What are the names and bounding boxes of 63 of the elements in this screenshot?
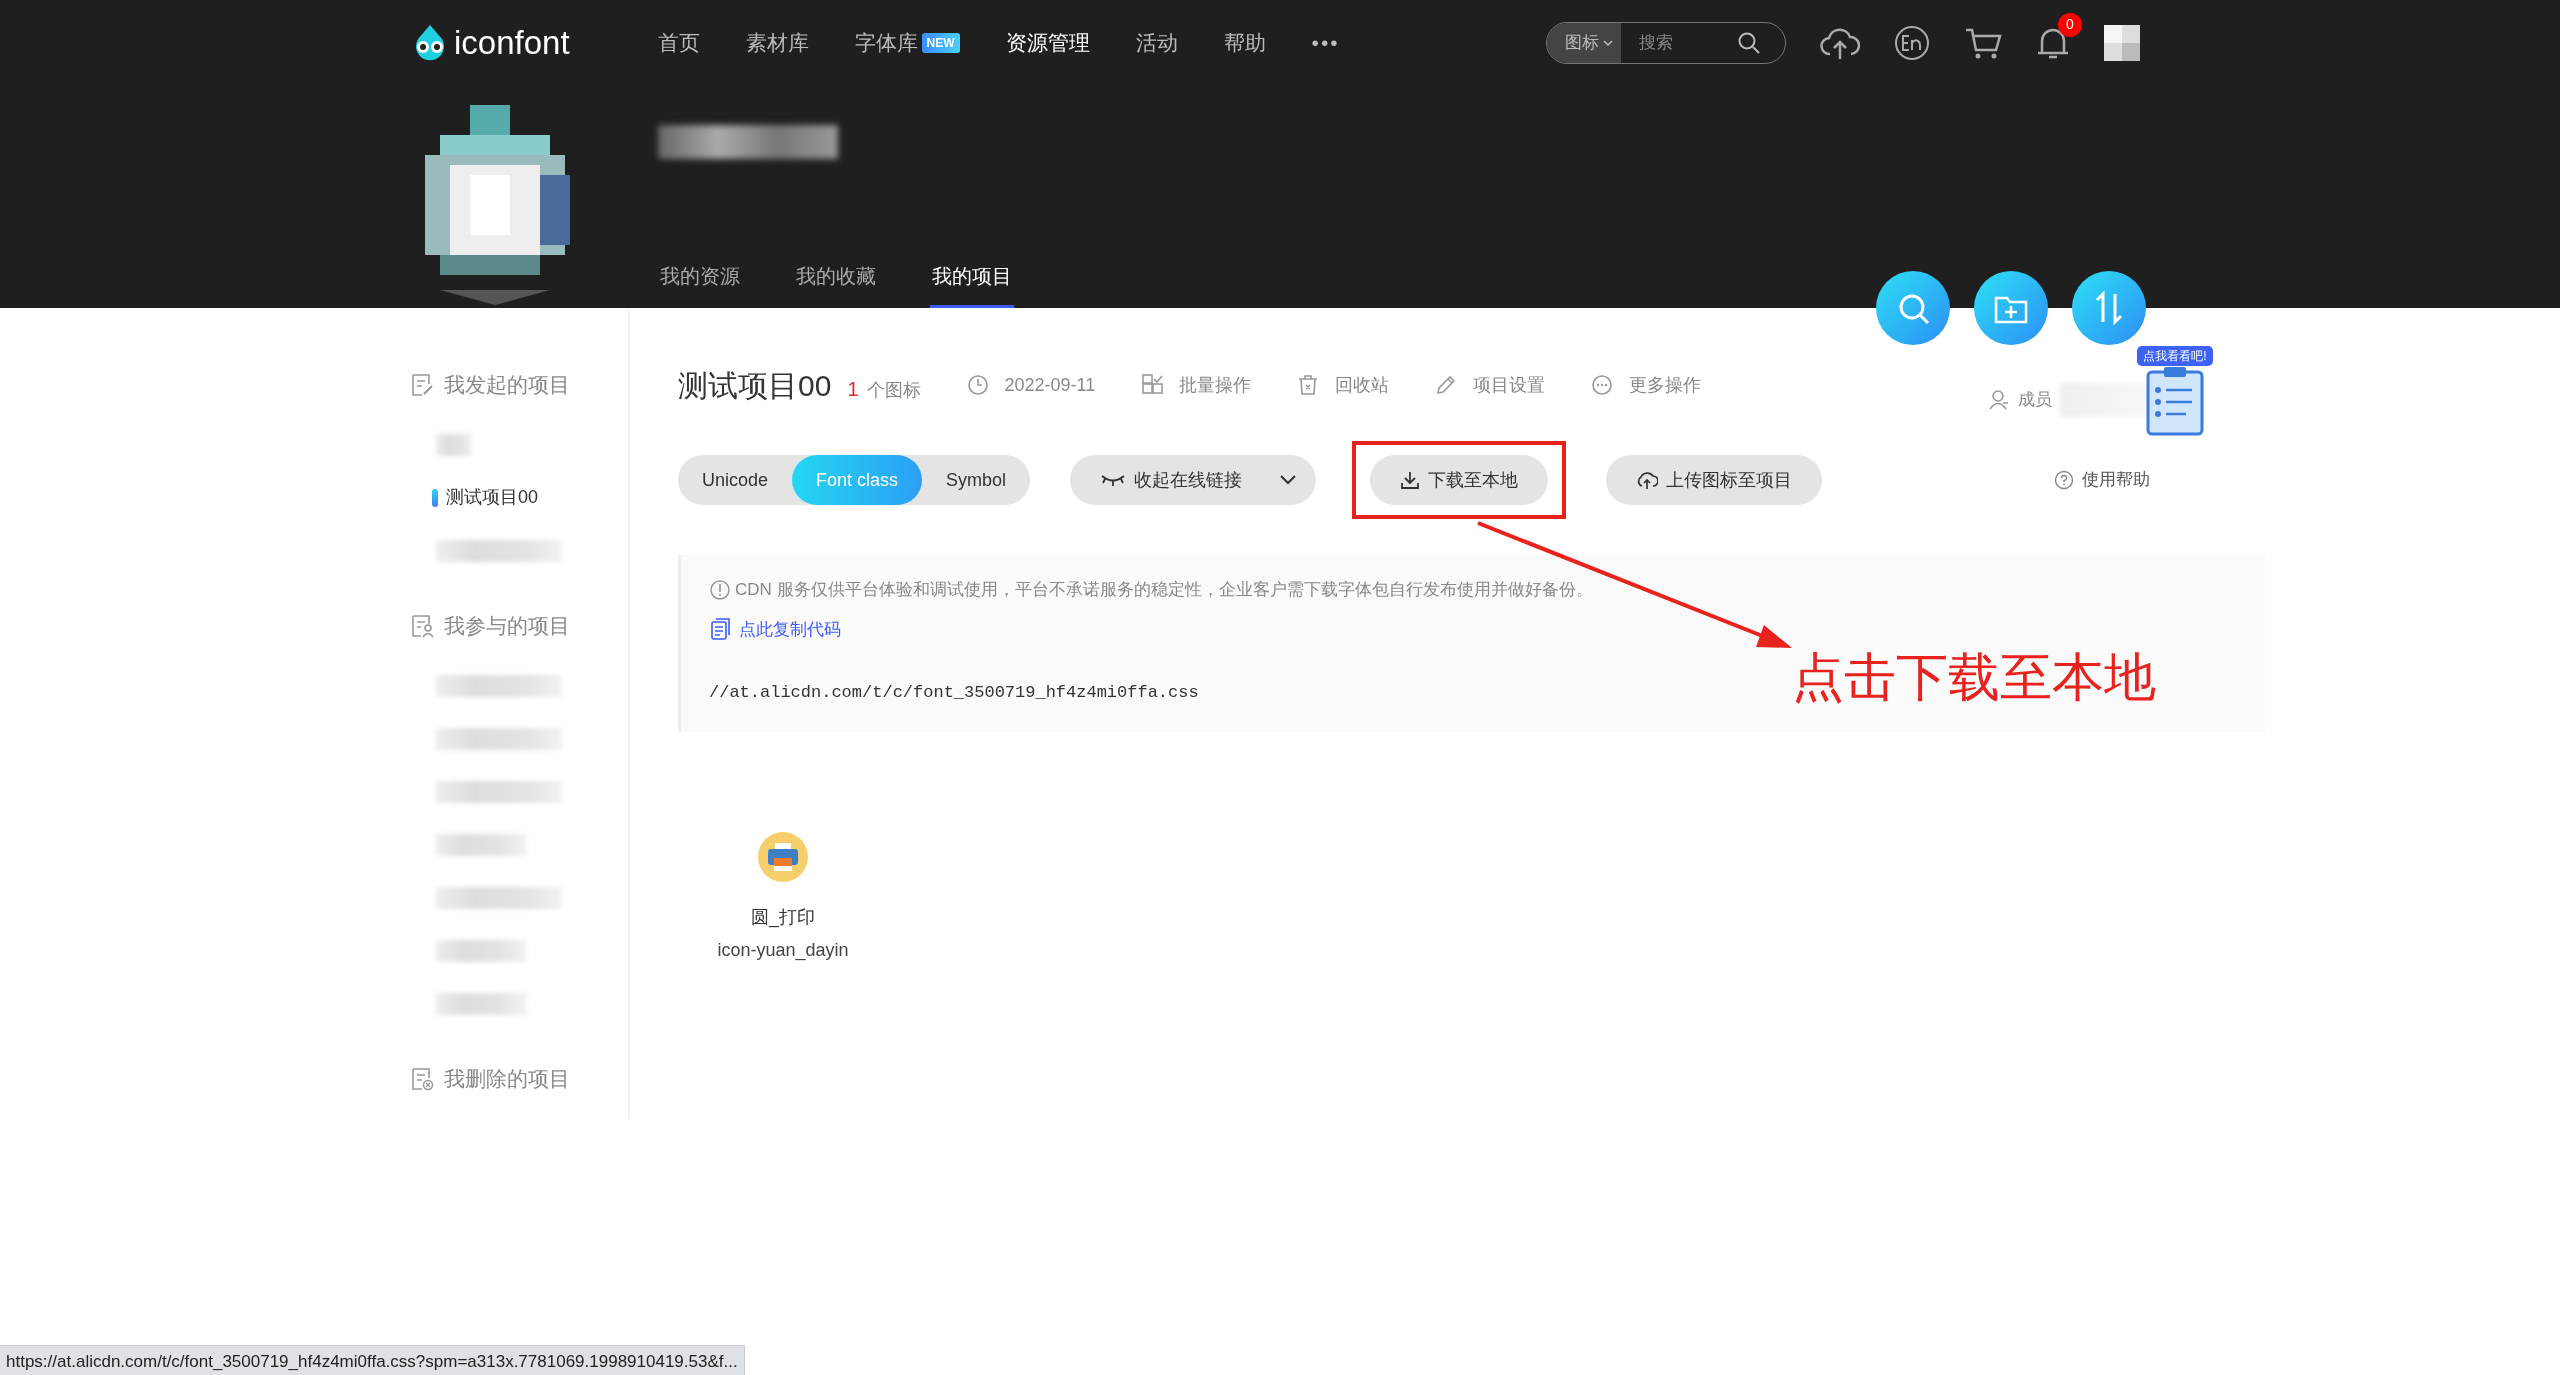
download-button[interactable]: 下载至本地 xyxy=(1370,455,1549,505)
profile-tab[interactable]: 我的资源 xyxy=(658,261,742,308)
notification-badge: 0 xyxy=(2058,12,2082,37)
status-url: https://at.alicdn.com/t/c/font_3500719_hf4z4mi0ffa.css?spm=a313x.7781069.1998910419.53&f... xyxy=(0,1345,745,1375)
project-link[interactable]: 测试项目00 xyxy=(446,484,539,511)
cloud-upload-icon xyxy=(1636,470,1659,490)
caret-icon xyxy=(1603,38,1613,47)
new-badge: NEW xyxy=(921,32,960,53)
language-icon[interactable] xyxy=(1894,24,1930,61)
format-switch[interactable]: Unicode Font class Symbol xyxy=(678,455,1031,505)
document-cross-icon xyxy=(410,1066,436,1092)
action-link[interactable]: 批量操作 xyxy=(1179,371,1252,399)
action-link[interactable]: 项目设置 xyxy=(1473,371,1546,399)
help-icon xyxy=(2054,470,2074,490)
printer-icon[interactable] xyxy=(758,831,808,882)
format-tab[interactable]: Unicode xyxy=(678,455,793,505)
profile-tab[interactable]: 我的收藏 xyxy=(794,261,878,308)
pencil-icon xyxy=(1435,374,1458,396)
person-icon xyxy=(1988,389,2010,411)
avatar-icon[interactable] xyxy=(2104,24,2140,61)
icon-count-label: 个图标 xyxy=(866,378,921,402)
chevron-icon xyxy=(1280,475,1297,485)
info-icon xyxy=(709,578,731,601)
members-label[interactable]: 成员 xyxy=(2018,387,2052,413)
cloud-upload-icon[interactable] xyxy=(1820,25,1860,60)
copy-icon xyxy=(709,618,731,641)
nav-link[interactable]: 首页 xyxy=(657,26,700,59)
nav-link[interactable]: 活动 xyxy=(1135,26,1178,59)
document-pen-icon xyxy=(410,372,436,398)
promo-badge[interactable]: 点我看看吧! xyxy=(2137,346,2213,366)
document-person-icon xyxy=(410,613,436,639)
icon-count: 1 xyxy=(847,376,859,402)
icon-class-name: icon-yuan_dayin xyxy=(717,938,849,963)
nav-link[interactable]: 素材库 xyxy=(745,26,809,59)
search-icon[interactable] xyxy=(1737,30,1761,55)
action-link[interactable]: 回收站 xyxy=(1335,371,1390,399)
project-date: 2022-09-11 xyxy=(1004,373,1096,397)
grid-icon xyxy=(1141,374,1164,396)
action-link[interactable]: 更多操作 xyxy=(1629,371,1702,399)
annotation-text: 点击下载至本地 xyxy=(1792,647,2156,708)
nav-link[interactable]: 资源管理 xyxy=(1005,26,1090,59)
section-title[interactable]: 我发起的项目 xyxy=(444,369,570,401)
copy-code-link[interactable]: 点此复制代码 xyxy=(739,616,841,642)
collapse-link-button[interactable]: 收起在线链接 xyxy=(1070,455,1317,505)
more-icon xyxy=(1591,374,1614,396)
section-title[interactable]: 我参与的项目 xyxy=(444,610,570,642)
section-title[interactable]: 我删除的项目 xyxy=(444,1063,570,1095)
profile-tab[interactable]: 我的项目 xyxy=(930,261,1014,308)
help-link[interactable]: 使用帮助 xyxy=(2082,467,2150,493)
logo-text[interactable]: iconfont xyxy=(454,17,570,68)
eye-closed-icon xyxy=(1100,473,1127,487)
more-button[interactable]: ••• xyxy=(1311,26,1340,59)
trash-icon xyxy=(1297,374,1320,396)
format-tab[interactable]: Symbol xyxy=(922,455,1031,505)
project-title: 测试项目00 xyxy=(678,367,832,404)
cdn-notice: CDN 服务仅供平台体验和调试使用，平台不承诺服务的稳定性，企业客户需下载字体包自行发布使用并做好备份。 xyxy=(735,579,1593,601)
nav-link[interactable]: 帮助 xyxy=(1223,26,1266,59)
nav-link[interactable]: 字体库 xyxy=(854,26,918,59)
icon-name: 圆_打印 xyxy=(751,905,815,930)
cdn-url: //at.alicdn.com/t/c/font_3500719_hf4z4mi0ffa.css xyxy=(709,682,1200,704)
download-icon xyxy=(1400,470,1421,490)
clock-icon xyxy=(966,374,989,396)
upload-button[interactable]: 上传图标至项目 xyxy=(1606,455,1823,505)
